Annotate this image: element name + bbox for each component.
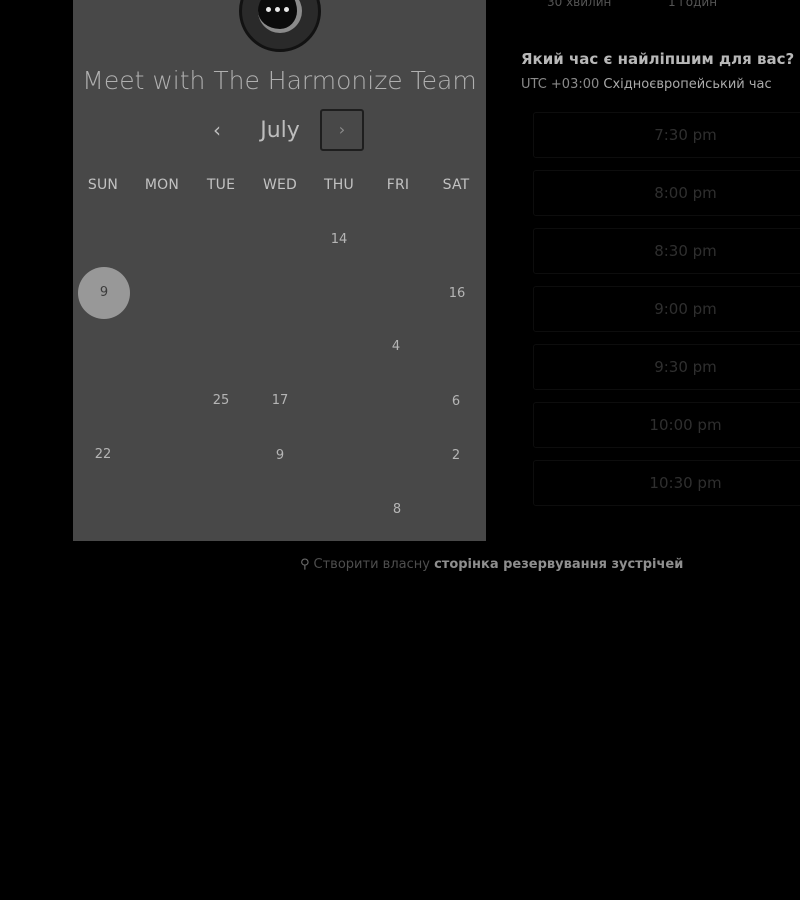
weekday-thu: THU [324,177,354,193]
calendar-day[interactable]: 25 [195,375,247,427]
time-slot[interactable]: 8:30 pm [533,228,800,274]
timezone-selector[interactable]: UTC +03:00 Східноєвропейський час [521,77,772,92]
calendar-day[interactable]: 8 [371,484,423,536]
month-label: July [260,118,300,143]
time-question: Який час є найліпшим для вас? [521,50,795,68]
calendar-day[interactable]: 22 [77,429,129,481]
hubspot-sprocket-icon: ⚲ [300,557,310,572]
meeting-title: Meet with The Harmonize Team [82,66,477,95]
weekday-mon: MON [144,177,180,193]
calendar-day[interactable]: 4 [370,321,422,373]
footer-create-link[interactable]: ⚲ Створити власну сторінка резервування з… [300,557,683,572]
weekday-tue: TUE [206,177,236,193]
prev-month-button[interactable]: ‹ [206,116,228,144]
time-slot[interactable]: 8:00 pm [533,170,800,216]
calendar-day[interactable]: 9 [254,430,306,482]
weekday-sun: SUN [87,177,119,193]
time-slot[interactable]: 9:00 pm [533,286,800,332]
weekday-wed: WED [262,177,298,193]
weekday-fri: FRI [386,177,410,193]
time-slot[interactable]: 10:30 pm [533,460,800,506]
calendar-day[interactable]: 16 [431,268,483,320]
chat-bubble-icon [258,0,302,33]
time-slot[interactable]: 7:30 pm [533,112,800,158]
timezone-offset: UTC +03:00 [521,77,600,92]
calendar-day[interactable]: 14 [313,214,365,266]
calendar-day[interactable]: 2 [430,430,482,482]
duration-tab-1hour[interactable]: 1 годин [668,0,717,9]
duration-tab-30min[interactable]: 30 хвилин [547,0,611,9]
next-month-button[interactable]: › [320,109,364,151]
footer-link[interactable]: сторінка резервування зустрічей [434,557,683,572]
timezone-name: Східноєвропейський час [603,77,772,92]
weekday-sat: SAT [442,177,470,193]
calendar-day[interactable]: 6 [430,376,482,428]
calendar-day-selected[interactable]: 9 [78,267,130,319]
calendar-day[interactable]: 17 [254,375,306,427]
time-slot[interactable]: 9:30 pm [533,344,800,390]
footer-prefix: Створити власну [313,557,430,572]
time-slot[interactable]: 10:00 pm [533,402,800,448]
